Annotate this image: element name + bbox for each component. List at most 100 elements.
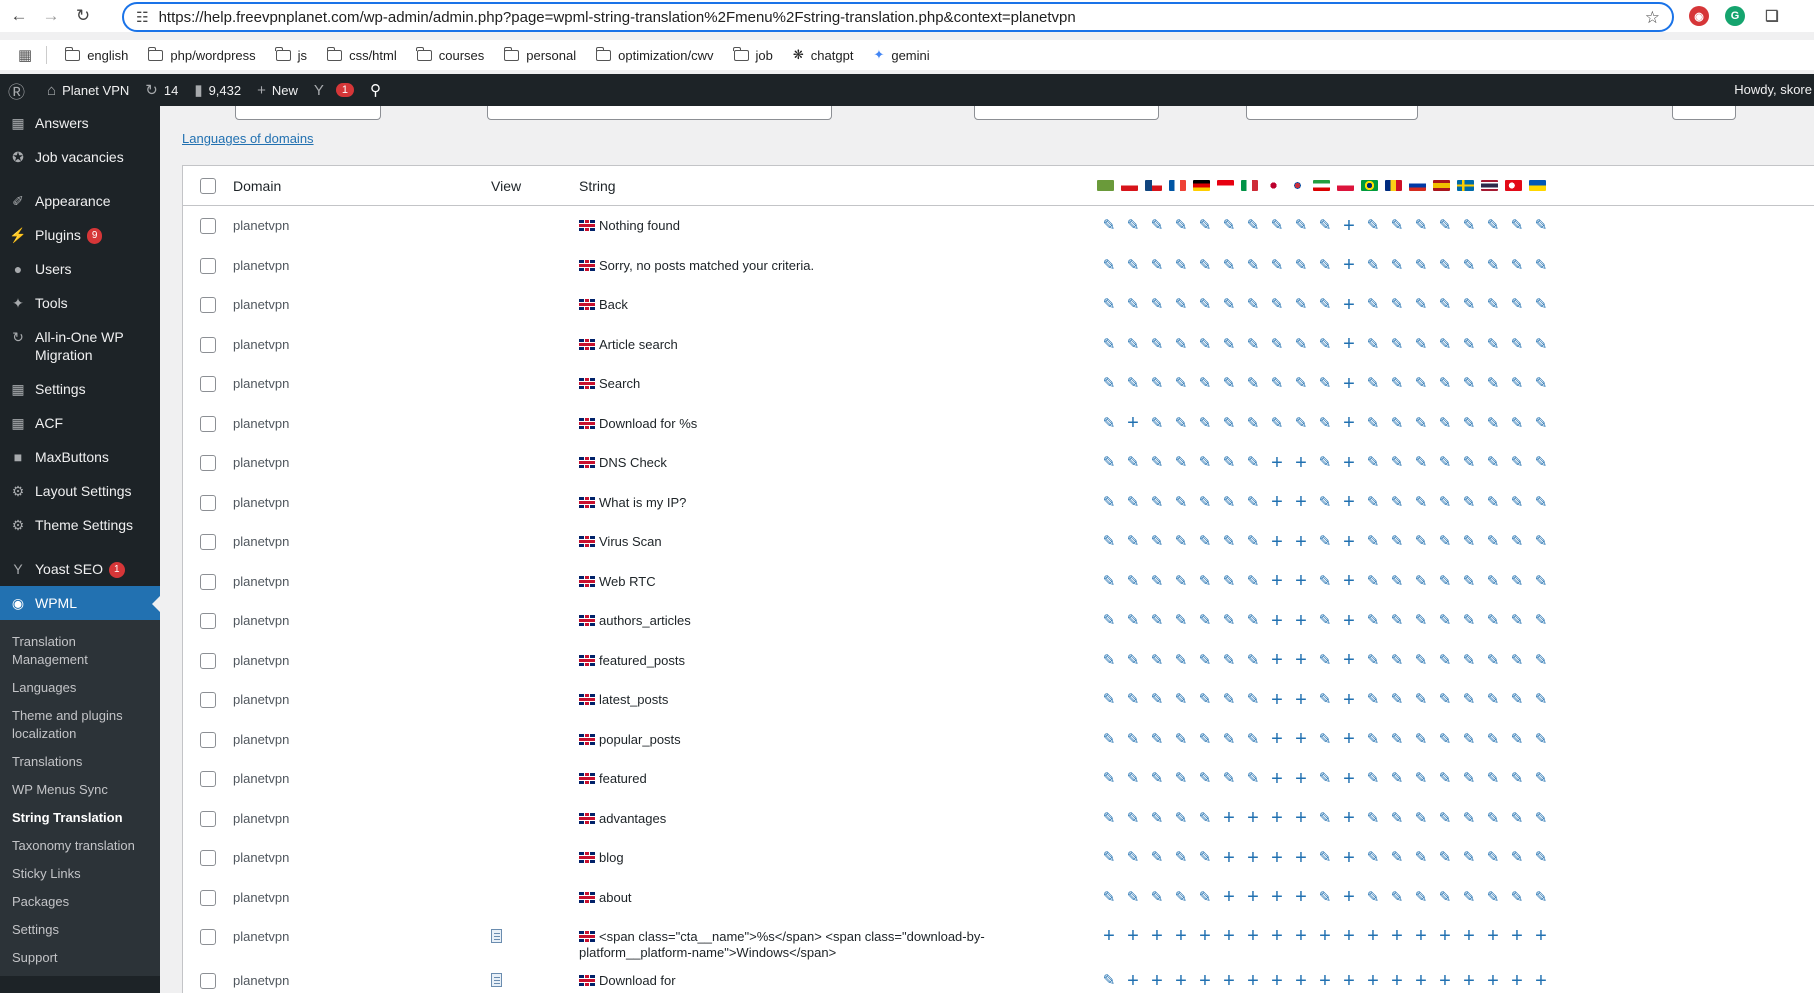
add-translation-icon[interactable]: + — [1217, 887, 1241, 907]
edit-translation-icon[interactable]: ✎ — [1289, 376, 1313, 392]
bookmark-folder[interactable]: english — [64, 46, 128, 63]
bookmark-chatgpt[interactable]: ❋ chatgpt — [793, 47, 854, 63]
edit-translation-icon[interactable]: ✎ — [1169, 455, 1193, 471]
edit-translation-icon[interactable]: ✎ — [1505, 850, 1529, 866]
row-string[interactable]: blog — [579, 850, 1097, 866]
edit-translation-icon[interactable]: ✎ — [1169, 257, 1193, 274]
edit-translation-icon[interactable]: ✎ — [1385, 494, 1409, 511]
row-checkbox[interactable] — [200, 652, 216, 669]
forward-arrow-icon[interactable]: → — [38, 3, 64, 29]
edit-translation-icon[interactable]: ✎ — [1433, 850, 1457, 866]
add-translation-icon[interactable]: + — [1289, 729, 1313, 749]
edit-translation-icon[interactable]: ✎ — [1097, 415, 1121, 432]
edit-translation-icon[interactable]: ✎ — [1361, 850, 1385, 866]
edit-translation-icon[interactable]: ✎ — [1145, 889, 1169, 906]
edit-translation-icon[interactable]: ✎ — [1169, 218, 1193, 234]
edit-translation-icon[interactable]: ✎ — [1481, 731, 1505, 748]
edit-translation-icon[interactable]: ✎ — [1145, 218, 1169, 234]
edit-translation-icon[interactable]: ✎ — [1385, 218, 1409, 234]
add-translation-icon[interactable]: + — [1217, 848, 1241, 868]
edit-translation-icon[interactable]: ✎ — [1433, 494, 1457, 511]
add-translation-icon[interactable]: + — [1169, 971, 1193, 991]
edit-translation-icon[interactable]: ✎ — [1433, 336, 1457, 353]
howdy-user[interactable]: Howdy, skore — [1734, 74, 1814, 106]
add-translation-icon[interactable]: + — [1337, 374, 1361, 394]
edit-translation-icon[interactable]: ✎ — [1361, 613, 1385, 629]
extensions-puzzle-icon[interactable]: ❏ — [1762, 6, 1782, 26]
row-string[interactable]: Virus Scan — [579, 534, 1097, 550]
edit-translation-icon[interactable]: ✎ — [1097, 218, 1121, 234]
edit-translation-icon[interactable]: ✎ — [1217, 534, 1241, 550]
bookmark-star-icon[interactable]: ☆ — [1645, 8, 1660, 28]
edit-translation-icon[interactable]: ✎ — [1169, 376, 1193, 392]
edit-translation-icon[interactable]: ✎ — [1361, 494, 1385, 511]
edit-translation-icon[interactable]: ✎ — [1529, 731, 1553, 748]
edit-translation-icon[interactable]: ✎ — [1193, 455, 1217, 471]
edit-translation-icon[interactable]: ✎ — [1217, 613, 1241, 629]
edit-translation-icon[interactable]: ✎ — [1505, 376, 1529, 392]
edit-translation-icon[interactable]: ✎ — [1121, 336, 1145, 353]
edit-translation-icon[interactable]: ✎ — [1529, 455, 1553, 471]
edit-translation-icon[interactable]: ✎ — [1409, 810, 1433, 827]
submenu-item-languages[interactable]: Languages — [0, 674, 160, 702]
edit-translation-icon[interactable]: ✎ — [1193, 494, 1217, 511]
edit-translation-icon[interactable]: ✎ — [1313, 771, 1337, 787]
site-info-icon[interactable]: ☷ — [136, 9, 149, 26]
add-translation-icon[interactable]: + — [1337, 571, 1361, 591]
edit-translation-icon[interactable]: ✎ — [1529, 652, 1553, 669]
edit-translation-icon[interactable]: ✎ — [1097, 810, 1121, 827]
edit-translation-icon[interactable]: ✎ — [1361, 692, 1385, 708]
bookmark-gemini[interactable]: ✦ gemini — [873, 47, 929, 63]
row-string[interactable]: popular_posts — [579, 732, 1097, 748]
yoast-menu[interactable]: Y1 — [306, 74, 362, 106]
edit-translation-icon[interactable]: ✎ — [1265, 218, 1289, 234]
edit-translation-icon[interactable]: ✎ — [1145, 494, 1169, 511]
edit-translation-icon[interactable]: ✎ — [1193, 297, 1217, 313]
sidebar-item-job-vacancies[interactable]: ✪ Job vacancies — [0, 140, 160, 174]
edit-translation-icon[interactable]: ✎ — [1409, 850, 1433, 866]
add-translation-icon[interactable]: + — [1337, 690, 1361, 710]
submenu-item-wp-menus-sync[interactable]: WP Menus Sync — [0, 776, 160, 804]
edit-translation-icon[interactable]: ✎ — [1361, 376, 1385, 392]
submenu-item-translations[interactable]: Translations — [0, 748, 160, 776]
add-translation-icon[interactable]: + — [1289, 926, 1313, 946]
comments-link[interactable]: ▮ 9,432 — [186, 74, 249, 106]
add-translation-icon[interactable]: + — [1337, 453, 1361, 473]
edit-translation-icon[interactable]: ✎ — [1433, 415, 1457, 432]
edit-translation-icon[interactable]: ✎ — [1097, 973, 1121, 989]
edit-translation-icon[interactable]: ✎ — [1313, 257, 1337, 274]
edit-translation-icon[interactable]: ✎ — [1433, 771, 1457, 787]
edit-translation-icon[interactable]: ✎ — [1121, 218, 1145, 234]
edit-translation-icon[interactable]: ✎ — [1361, 218, 1385, 234]
add-translation-icon[interactable]: + — [1289, 532, 1313, 552]
edit-translation-icon[interactable]: ✎ — [1169, 415, 1193, 432]
edit-translation-icon[interactable]: ✎ — [1121, 573, 1145, 590]
edit-translation-icon[interactable]: ✎ — [1529, 376, 1553, 392]
add-translation-icon[interactable]: + — [1193, 971, 1217, 991]
edit-translation-icon[interactable]: ✎ — [1457, 573, 1481, 590]
add-translation-icon[interactable]: + — [1169, 926, 1193, 946]
language-select[interactable] — [974, 106, 1159, 120]
row-checkbox[interactable] — [200, 613, 216, 629]
sidebar-item-yoast-seo[interactable]: Y Yoast SEO 1 — [0, 552, 160, 586]
submenu-item-theme-and-plugins-localization[interactable]: Theme and plugins localization — [0, 702, 160, 748]
submenu-item-translation-management[interactable]: Translation Management — [0, 628, 160, 674]
edit-translation-icon[interactable]: ✎ — [1481, 889, 1505, 906]
edit-translation-icon[interactable]: ✎ — [1313, 415, 1337, 432]
edit-translation-icon[interactable]: ✎ — [1265, 415, 1289, 432]
edit-translation-icon[interactable]: ✎ — [1145, 810, 1169, 827]
edit-translation-icon[interactable]: ✎ — [1361, 534, 1385, 550]
add-translation-icon[interactable]: + — [1289, 808, 1313, 828]
edit-translation-icon[interactable]: ✎ — [1169, 534, 1193, 550]
sidebar-item-maxbuttons[interactable]: ■ MaxButtons — [0, 440, 160, 474]
row-checkbox[interactable] — [200, 889, 216, 906]
edit-translation-icon[interactable]: ✎ — [1457, 415, 1481, 432]
edit-translation-icon[interactable]: ✎ — [1481, 573, 1505, 590]
submenu-item-settings[interactable]: Settings — [0, 916, 160, 944]
edit-translation-icon[interactable]: ✎ — [1433, 218, 1457, 234]
edit-translation-icon[interactable]: ✎ — [1457, 218, 1481, 234]
edit-translation-icon[interactable]: ✎ — [1457, 534, 1481, 550]
add-translation-icon[interactable]: + — [1505, 926, 1529, 946]
edit-translation-icon[interactable]: ✎ — [1169, 850, 1193, 866]
add-translation-icon[interactable]: + — [1505, 971, 1529, 991]
